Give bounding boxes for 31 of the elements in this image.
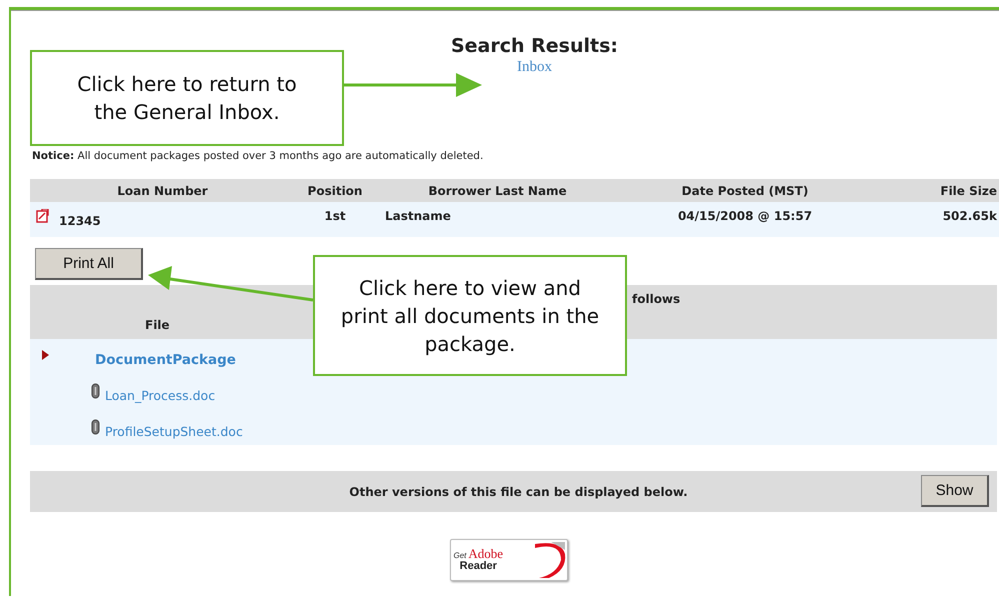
show-button[interactable]: Show xyxy=(921,475,989,507)
callout-box: Click here to view and print all documents in the package. xyxy=(313,255,627,376)
badge-text: Get xyxy=(454,552,466,561)
expand-arrow-icon[interactable] xyxy=(42,350,49,360)
column-header: Loan Number xyxy=(117,184,208,198)
table-cell: 04/15/2008 @ 15:57 xyxy=(678,209,812,223)
column-header: File xyxy=(145,318,170,332)
print-all-button[interactable]: Print All xyxy=(35,248,143,280)
document-icon[interactable] xyxy=(36,209,49,223)
paperclip-icon xyxy=(91,419,100,435)
column-header: Date Posted (MST) xyxy=(682,184,808,198)
notice-text: Notice: All document packages posted over 3 months ago are automatically deleted. xyxy=(32,150,484,162)
versions-text: Other versions of this file can be displayed below. xyxy=(349,484,688,498)
column-header: Borrower Last Name xyxy=(428,184,567,198)
callout-box: Click here to return to the General Inbox. xyxy=(30,50,344,146)
table-cell: Lastname xyxy=(385,209,451,223)
badge-text: Adobe xyxy=(468,547,504,562)
package-link[interactable]: DocumentPackage xyxy=(95,352,236,368)
table-cell-text: 12345 xyxy=(59,213,101,228)
column-header: Position xyxy=(308,184,362,198)
badge-text: Reader xyxy=(460,561,497,573)
inbox-link[interactable]: Inbox xyxy=(517,59,552,76)
table-cell: 1st xyxy=(324,209,346,223)
file-link[interactable]: Loan_Process.doc xyxy=(105,388,216,403)
header-text: follows xyxy=(632,292,680,306)
file-link[interactable]: ProfileSetupSheet.doc xyxy=(105,424,243,439)
table-cell: 502.65k xyxy=(942,209,997,223)
paperclip-icon xyxy=(91,383,100,399)
page-title: Search Results: xyxy=(450,35,618,57)
column-header: File Size xyxy=(940,184,997,198)
adobe-reader-badge[interactable]: Get Adobe Reader xyxy=(450,539,568,581)
